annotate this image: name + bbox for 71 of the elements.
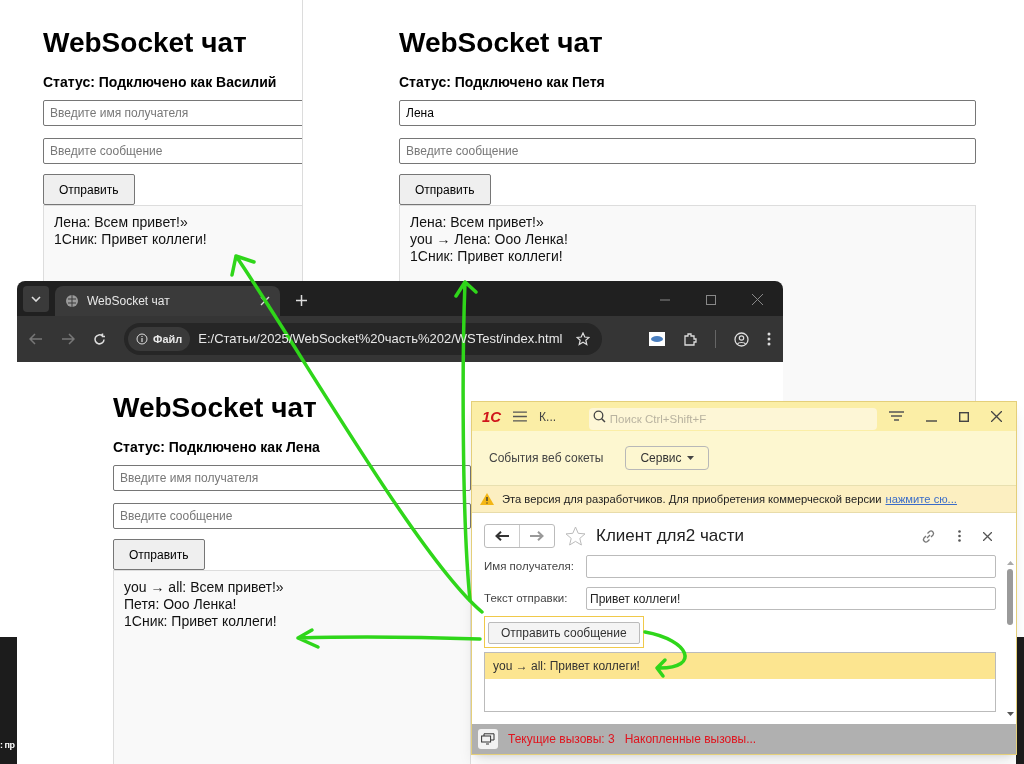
- caret-icon: [686, 456, 694, 460]
- reload-icon[interactable]: [93, 332, 106, 346]
- maximize-icon[interactable]: [706, 295, 716, 305]
- close-icon[interactable]: [752, 294, 763, 305]
- page-heading: WebSocket чат: [113, 392, 317, 424]
- back-icon[interactable]: [29, 333, 43, 345]
- recipient-field[interactable]: Введите имя получателя: [43, 100, 302, 126]
- text-field[interactable]: [586, 555, 996, 578]
- tab-list-button[interactable]: [23, 286, 49, 312]
- filter-icon[interactable]: [889, 410, 904, 423]
- send-button[interactable]: Отправить: [113, 539, 205, 570]
- purchase-link[interactable]: нажмите сю...: [885, 490, 957, 508]
- form-title: Клиент для2 части: [596, 525, 744, 548]
- extension-icon[interactable]: [649, 332, 665, 346]
- field-label: Текст отправки:: [484, 590, 569, 606]
- text-field[interactable]: Привет коллеги!: [586, 587, 996, 610]
- puzzle-icon[interactable]: [683, 332, 697, 346]
- message-field[interactable]: Введите сообщение: [399, 138, 976, 164]
- page-heading: WebSocket чат: [399, 27, 603, 59]
- new-tab-icon[interactable]: [296, 295, 307, 306]
- star-icon[interactable]: [565, 526, 586, 546]
- status-text: Статус: Подключено как Петя: [399, 73, 605, 92]
- chat-message: 1Сник: Привет коллеги!: [124, 613, 277, 630]
- warning-icon: [480, 493, 494, 505]
- forward-icon[interactable]: [61, 333, 75, 345]
- more-icon[interactable]: [767, 332, 771, 346]
- chat-message: Лена: Всем привет!»: [54, 214, 188, 231]
- star-icon[interactable]: [576, 332, 590, 346]
- chat-message: Петя: Ооо Ленка!: [124, 596, 237, 613]
- list-row[interactable]: you → all: Привет коллеги!: [485, 653, 995, 679]
- app-title: К...: [539, 408, 558, 426]
- message-field[interactable]: Введите сообщение: [43, 138, 302, 164]
- page-heading: WebSocket чат: [43, 27, 247, 59]
- browser-tab[interactable]: WebSocket чат: [55, 286, 280, 316]
- close-icon[interactable]: [983, 531, 992, 541]
- profile-icon[interactable]: [734, 331, 749, 347]
- search-field[interactable]: Поиск Ctrl+Shift+F: [588, 407, 877, 430]
- status-text: Статус: Подключено как Василий: [43, 73, 277, 92]
- forward-arrow-icon: [530, 531, 544, 541]
- menu-icon[interactable]: [513, 411, 528, 422]
- send-button[interactable]: Отправить: [399, 174, 491, 205]
- chat-message: you → Лена: Ооо Ленка!: [410, 231, 568, 248]
- chat-message: you → all: Всем привет!»: [124, 579, 284, 596]
- chevron-down-icon: [31, 296, 41, 302]
- globe-icon: [65, 294, 79, 308]
- annotation-arrow: [643, 630, 687, 678]
- recipient-field[interactable]: Лена: [399, 100, 976, 126]
- status-text: Статус: Подключено как Лена: [113, 438, 320, 457]
- back-arrow-icon: [495, 531, 509, 541]
- chat-message: 1Сник: Привет коллеги!: [410, 248, 563, 265]
- link-icon[interactable]: [921, 528, 936, 544]
- warning-text: Эта версия для разработчиков. Для приобретения коммерческой версии: [502, 491, 882, 507]
- app-logo: 1С: [482, 409, 502, 424]
- scroll-down-icon[interactable]: [1006, 712, 1014, 716]
- chat-message: Лена: Всем привет!»: [410, 214, 544, 231]
- info-icon[interactable]: [136, 333, 148, 345]
- service-button[interactable]: Сервис: [625, 446, 709, 470]
- recipient-field[interactable]: Введите имя получателя: [113, 465, 471, 491]
- close-icon[interactable]: [991, 411, 1002, 422]
- more-icon[interactable]: [958, 530, 961, 542]
- scroll-thumb[interactable]: [1007, 569, 1013, 625]
- send-button[interactable]: Отправить: [43, 174, 135, 205]
- monitor-icon[interactable]: [478, 729, 498, 749]
- maximize-icon[interactable]: [959, 411, 969, 422]
- chat-message: 1Сник: Привет коллеги!: [54, 231, 207, 248]
- taskbar-text: : пр: [0, 740, 15, 751]
- tab-title: WebSocket чат: [87, 293, 171, 310]
- section-link[interactable]: События веб сокеты: [489, 449, 604, 467]
- message-field[interactable]: Введите сообщение: [113, 503, 471, 529]
- field-label: Имя получателя:: [484, 558, 575, 574]
- send-message-button[interactable]: Отправить сообщение: [488, 622, 640, 644]
